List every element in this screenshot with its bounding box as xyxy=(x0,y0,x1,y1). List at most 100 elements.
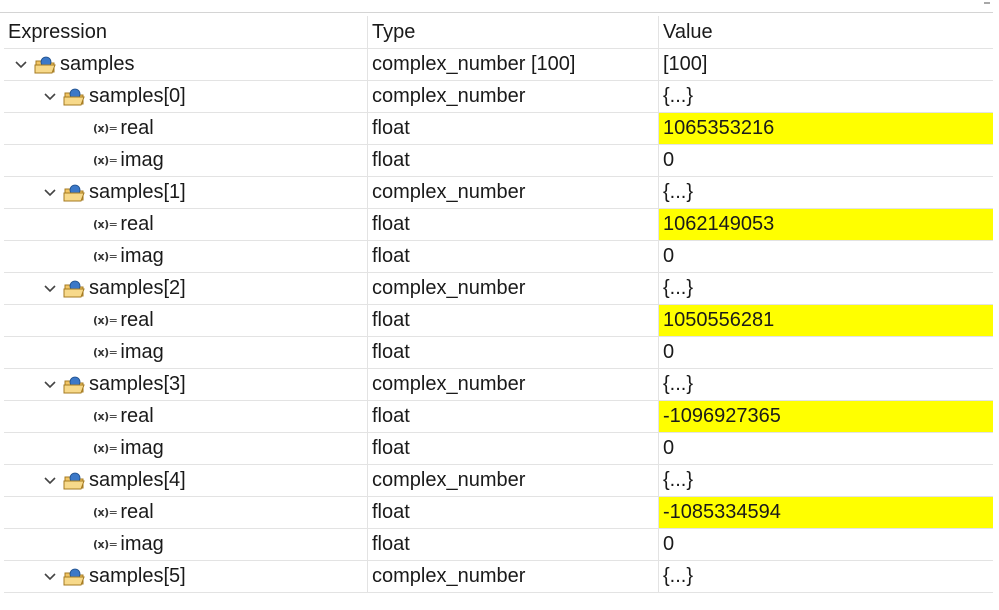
table-row-samples[interactable]: samples complex_number [100] [100] xyxy=(4,49,993,81)
expression-cell: (x)= real xyxy=(4,113,368,144)
value-cell[interactable]: 1065353216 xyxy=(659,113,993,144)
chevron-down-icon[interactable] xyxy=(39,374,61,396)
type-cell: float xyxy=(368,433,659,464)
table-row-element[interactable]: samples[2] complex_number {...} xyxy=(4,273,993,305)
type-text: float xyxy=(372,117,410,139)
value-cell[interactable]: {...} xyxy=(659,561,993,592)
type-text: float xyxy=(372,213,410,235)
table-row-field[interactable]: (x)= imag float 0 xyxy=(4,241,993,273)
expression-cell: (x)= imag xyxy=(4,241,368,272)
chevron-down-icon[interactable] xyxy=(39,566,61,588)
expression-cell: samples[4] xyxy=(4,465,368,496)
value-text: {...} xyxy=(663,181,694,203)
type-text: complex_number xyxy=(372,565,526,587)
expression-cell: samples[0] xyxy=(4,81,368,112)
expression-name: real xyxy=(120,309,154,331)
column-header-label: Type xyxy=(372,20,416,43)
expression-cell: (x)= imag xyxy=(4,529,368,560)
type-text: float xyxy=(372,501,410,523)
table-row-field[interactable]: (x)= real float 1062149053 xyxy=(4,209,993,241)
value-text: 1062149053 xyxy=(663,213,775,235)
table-row-element[interactable]: samples[5] complex_number {...} xyxy=(4,561,993,593)
variable-x-icon: (x)= xyxy=(93,410,118,423)
value-text: {...} xyxy=(663,85,694,107)
table-row-field[interactable]: (x)= real float -1085334594 xyxy=(4,497,993,529)
type-cell: complex_number xyxy=(368,465,659,496)
expression-cell: samples[1] xyxy=(4,177,368,208)
value-text: 1050556281 xyxy=(663,309,775,331)
expression-name: samples[5] xyxy=(89,565,186,587)
column-header-label: Expression xyxy=(8,20,107,43)
column-header-expression[interactable]: Expression xyxy=(4,16,368,48)
open-folder-icon xyxy=(63,183,87,203)
value-cell[interactable]: {...} xyxy=(659,465,993,496)
value-cell[interactable]: [100] xyxy=(659,49,993,80)
value-text: -1085334594 xyxy=(663,501,781,523)
table-row-field[interactable]: (x)= real float 1050556281 xyxy=(4,305,993,337)
table-row-field[interactable]: (x)= imag float 0 xyxy=(4,529,993,561)
value-text: 0 xyxy=(663,533,675,555)
value-cell[interactable]: {...} xyxy=(659,273,993,304)
table-row-field[interactable]: (x)= imag float 0 xyxy=(4,433,993,465)
type-text: float xyxy=(372,341,410,363)
value-cell[interactable]: {...} xyxy=(659,81,993,112)
type-text: float xyxy=(372,309,410,331)
open-folder-icon xyxy=(34,55,58,75)
value-cell[interactable]: 0 xyxy=(659,337,993,368)
type-text: float xyxy=(372,533,410,555)
value-cell[interactable]: -1085334594 xyxy=(659,497,993,528)
expression-name: real xyxy=(120,117,154,139)
chevron-down-icon[interactable] xyxy=(39,470,61,492)
type-text: complex_number xyxy=(372,469,526,491)
value-text: 0 xyxy=(663,245,675,267)
chevron-down-icon[interactable] xyxy=(39,182,61,204)
expression-name: samples[4] xyxy=(89,469,186,491)
expression-name: imag xyxy=(120,533,164,555)
value-cell[interactable]: 1050556281 xyxy=(659,305,993,336)
chevron-down-icon[interactable] xyxy=(39,86,61,108)
type-cell: complex_number xyxy=(368,81,659,112)
type-cell: float xyxy=(368,113,659,144)
chevron-down-icon[interactable] xyxy=(39,278,61,300)
value-cell[interactable]: 0 xyxy=(659,241,993,272)
variable-x-icon: (x)= xyxy=(93,122,118,135)
value-cell[interactable]: 0 xyxy=(659,145,993,176)
table-row-element[interactable]: samples[4] complex_number {...} xyxy=(4,465,993,497)
variable-x-icon: (x)= xyxy=(93,346,118,359)
type-cell: complex_number xyxy=(368,369,659,400)
table-row-field[interactable]: (x)= real float 1065353216 xyxy=(4,113,993,145)
value-text: {...} xyxy=(663,565,694,587)
type-cell: float xyxy=(368,305,659,336)
value-cell[interactable]: {...} xyxy=(659,177,993,208)
variable-x-icon: (x)= xyxy=(93,218,118,231)
value-text: {...} xyxy=(663,469,694,491)
value-text: -1096927365 xyxy=(663,405,781,427)
value-cell[interactable]: {...} xyxy=(659,369,993,400)
value-cell[interactable]: -1096927365 xyxy=(659,401,993,432)
value-cell[interactable]: 0 xyxy=(659,433,993,464)
value-cell[interactable]: 0 xyxy=(659,529,993,560)
type-text: complex_number [100] xyxy=(372,53,576,75)
value-text: 0 xyxy=(663,149,675,171)
table-row-field[interactable]: (x)= imag float 0 xyxy=(4,337,993,369)
variable-x-icon: (x)= xyxy=(93,538,118,551)
table-row-element[interactable]: samples[1] complex_number {...} xyxy=(4,177,993,209)
expression-cell: (x)= imag xyxy=(4,145,368,176)
type-cell: complex_number [100] xyxy=(368,49,659,80)
samples-children: samples[0] complex_number {...} (x)= rea… xyxy=(4,81,993,593)
type-cell: float xyxy=(368,337,659,368)
expression-name: samples[2] xyxy=(89,277,186,299)
table-row-element[interactable]: samples[3] complex_number {...} xyxy=(4,369,993,401)
open-folder-icon xyxy=(63,87,87,107)
chevron-down-icon[interactable] xyxy=(10,54,32,76)
table-row-field[interactable]: (x)= real float -1096927365 xyxy=(4,401,993,433)
table-row-element[interactable]: samples[0] complex_number {...} xyxy=(4,81,993,113)
table-row-field[interactable]: (x)= imag float 0 xyxy=(4,145,993,177)
value-cell[interactable]: 1062149053 xyxy=(659,209,993,240)
expression-cell: (x)= real xyxy=(4,209,368,240)
column-header-type[interactable]: Type xyxy=(368,16,659,48)
value-text: 0 xyxy=(663,437,675,459)
column-header-label: Value xyxy=(663,20,713,43)
type-text: complex_number xyxy=(372,181,526,203)
column-header-value[interactable]: Value xyxy=(659,16,993,48)
